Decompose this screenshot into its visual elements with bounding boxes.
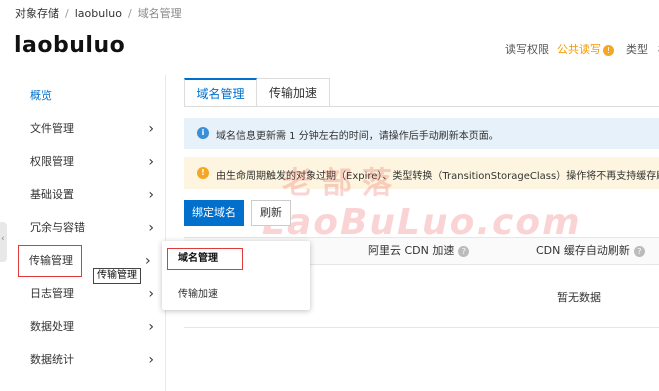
refresh-button[interactable]: 刷新 [251, 200, 291, 226]
warning-icon: ! [197, 167, 209, 179]
sidebar-item-label: 传输管理 [29, 254, 73, 267]
help-icon[interactable]: ? [633, 245, 645, 257]
column-header-label: CDN 缓存自动刷新 [536, 244, 630, 257]
tab-transfer-acceleration[interactable]: 传输加速 [257, 78, 330, 107]
sidebar-item-files[interactable]: 文件管理 › [14, 113, 162, 145]
chevron-right-icon: › [148, 121, 154, 137]
sidebar-item-basic-settings[interactable]: 基础设置 › [14, 179, 162, 211]
sidebar-item-data-processing[interactable]: 数据处理 › [14, 311, 162, 343]
column-header-cdn-refresh: CDN 缓存自动刷新? [536, 242, 645, 258]
table-empty-text: 暂无数据 [557, 291, 601, 304]
bind-domain-button[interactable]: 绑定域名 [184, 200, 244, 226]
submenu-item-domain-management[interactable]: 域名管理 [167, 248, 243, 270]
sidebar-item-label: 基础设置 [30, 188, 74, 201]
breadcrumb-separator: / [65, 7, 69, 20]
breadcrumb-bucket-link[interactable]: laobuluo [75, 7, 122, 20]
breadcrumb: 对象存储 / laobuluo / 域名管理 [15, 5, 182, 21]
tab-domain-management[interactable]: 域名管理 [184, 78, 257, 107]
sidebar-item-label: 数据统计 [30, 353, 74, 366]
sidebar-item-transfer[interactable]: 传输管理 [18, 245, 82, 277]
breadcrumb-root-link[interactable]: 对象存储 [15, 7, 59, 20]
sidebar-item-permissions[interactable]: 权限管理 › [14, 146, 162, 178]
transfer-submenu: 域名管理 传输加速 [162, 241, 310, 310]
chevron-right-icon: › [148, 286, 154, 302]
page-title: laobuluo [14, 33, 126, 58]
sidebar-tooltip: 传输管理 [93, 268, 141, 284]
help-icon[interactable]: ? [458, 245, 470, 257]
sidebar-item-label: 文件管理 [30, 122, 74, 135]
breadcrumb-separator: / [127, 7, 132, 20]
chevron-right-icon: › [148, 187, 154, 203]
perm-label: 读写权限 [505, 43, 549, 56]
info-notice: i 域名信息更新需 1 分钟左右的时间，请操作后手动刷新本页面。 [184, 118, 659, 149]
info-notice-text: 域名信息更新需 1 分钟左右的时间，请操作后手动刷新本页面。 [216, 131, 499, 142]
sidebar-item-label: 数据处理 [30, 320, 74, 333]
sidebar: 概览 文件管理 › 权限管理 › 基础设置 › 冗余与容错 › 传输管理 › 日志管理 ›… [0, 75, 165, 391]
perm-value: 公共读写 [557, 43, 601, 56]
sidebar-item-overview[interactable]: 概览 [14, 80, 162, 112]
sidebar-item-label: 权限管理 [30, 155, 74, 168]
table-bottom-border [184, 327, 659, 328]
watermark-chinese: 老部落 [282, 166, 402, 201]
sidebar-item-data-stats[interactable]: 数据统计 › [14, 344, 162, 376]
sidebar-item-redundancy[interactable]: 冗余与容错 › [14, 212, 162, 244]
bucket-meta: 读写权限公共读写!类型标 [505, 41, 659, 57]
sidebar-item-label: 概览 [30, 89, 52, 102]
sidebar-item-label: 日志管理 [30, 287, 74, 300]
chevron-right-icon: › [148, 352, 154, 368]
sidebar-divider [165, 75, 166, 391]
warning-notice: ! 由生命周期触发的对象过期（Expire）、类型转换（TransitionSt… [184, 157, 659, 189]
chevron-right-icon: › [148, 319, 154, 335]
submenu-item-transfer-acceleration[interactable]: 传输加速 [178, 285, 218, 300]
column-header-label: 阿里云 CDN 加速 [368, 244, 455, 257]
chevron-right-icon: › [145, 253, 151, 269]
type-label: 类型 [626, 43, 648, 56]
sidebar-item-label: 冗余与容错 [30, 221, 85, 234]
column-header-cdn: 阿里云 CDN 加速? [368, 242, 470, 258]
tab-divider [184, 106, 659, 107]
info-icon: i [197, 127, 209, 139]
chevron-right-icon: › [148, 154, 154, 170]
warning-icon[interactable]: ! [603, 44, 614, 56]
breadcrumb-current: 域名管理 [137, 7, 182, 20]
chevron-right-icon: › [148, 220, 154, 236]
